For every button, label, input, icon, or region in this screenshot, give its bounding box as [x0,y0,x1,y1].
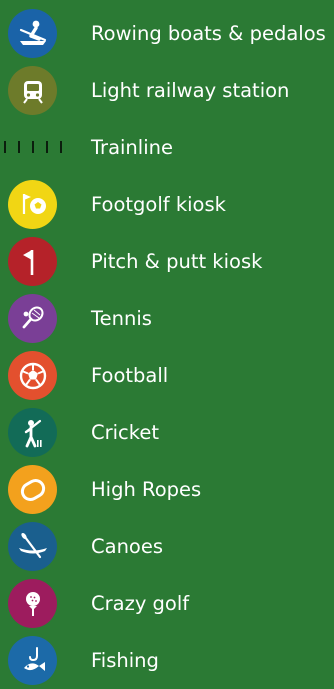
legend-label-tennis: Tennis [91,307,152,330]
legend-item-high-ropes: High Ropes [0,461,334,518]
legend-label-fishing: Fishing [91,649,159,672]
rowing-icon [8,9,57,58]
carabiner-icon [8,465,57,514]
legend-label-footgolf: Footgolf kiosk [91,193,226,216]
legend-label-crazy-golf: Crazy golf [91,592,190,615]
canoe-icon [8,522,57,571]
tennis-racket-icon [8,294,57,343]
trainline-dashes-icon [4,141,62,153]
fishing-icon [8,636,57,685]
legend-item-tennis: Tennis [0,290,334,347]
railway-station-icon [8,66,57,115]
legend-label-railway-station: Light railway station [91,79,290,102]
map-legend: Rowing boats & pedalos Light railway sta… [0,0,334,685]
legend-item-crazy-golf: Crazy golf [0,575,334,632]
legend-item-rowing: Rowing boats & pedalos [0,5,334,62]
footgolf-icon [8,180,57,229]
legend-item-trainline: Trainline [0,119,334,176]
football-icon [8,351,57,400]
legend-label-canoes: Canoes [91,535,164,558]
cricket-batter-icon [8,408,57,457]
legend-label-high-ropes: High Ropes [91,478,202,501]
legend-label-cricket: Cricket [91,421,160,444]
legend-label-football: Football [91,364,169,387]
legend-item-fishing: Fishing [0,632,334,689]
legend-item-footgolf: Footgolf kiosk [0,176,334,233]
legend-item-pitch-putt: Pitch & putt kiosk [0,233,334,290]
pitch-putt-flag-icon [8,237,57,286]
legend-label-pitch-putt: Pitch & putt kiosk [91,250,263,273]
legend-item-cricket: Cricket [0,404,334,461]
legend-item-railway-station: Light railway station [0,62,334,119]
legend-label-rowing: Rowing boats & pedalos [91,22,326,45]
legend-item-canoes: Canoes [0,518,334,575]
golf-ball-tee-icon [8,579,57,628]
legend-label-trainline: Trainline [91,136,173,159]
legend-item-football: Football [0,347,334,404]
